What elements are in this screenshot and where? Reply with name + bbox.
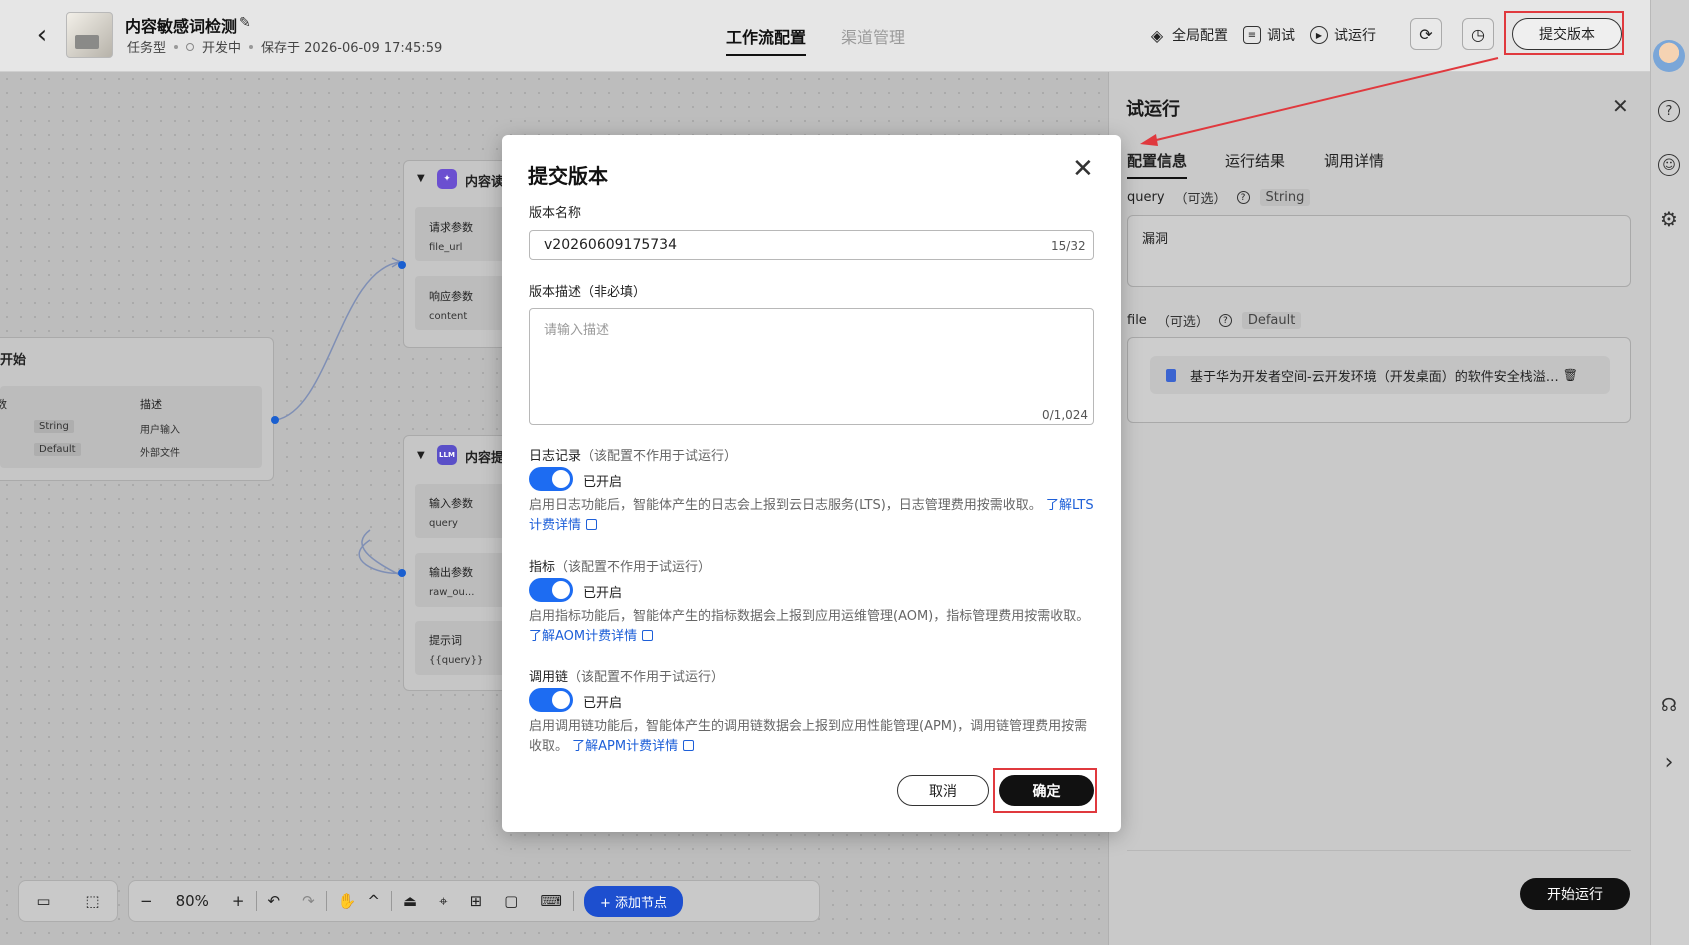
trace-toggle-label: 已开启: [583, 696, 623, 711]
link-label: 了解APM计费详情: [572, 739, 679, 754]
version-name-count: 15/32: [1051, 239, 1086, 253]
external-link-icon: [586, 519, 598, 530]
version-desc-label: 版本描述（非必填）: [529, 285, 647, 300]
section-note: （该配置不作用于试运行）: [568, 670, 725, 685]
trace-toggle[interactable]: [529, 688, 573, 712]
section-title: 指标: [529, 560, 556, 575]
dialog-title: 提交版本: [528, 164, 608, 188]
trace-section-title: 调用链（该配置不作用于试运行）: [529, 666, 724, 685]
version-name-input[interactable]: v20260609175734: [529, 230, 1094, 260]
trace-description: 启用调用链功能后，智能体产生的调用链数据会上报到应用性能管理(APM)，调用链管…: [529, 717, 1097, 757]
metrics-description: 启用指标功能后，智能体产生的指标数据会上报到应用运维管理(AOM)，指标管理费用…: [529, 607, 1097, 647]
metrics-toggle[interactable]: [529, 578, 573, 602]
confirm-button[interactable]: 确定: [999, 775, 1094, 806]
external-link-icon: [642, 630, 654, 641]
metrics-toggle-label: 已开启: [583, 586, 623, 601]
section-desc: 启用指标功能后，智能体产生的指标数据会上报到应用运维管理(AOM)，指标管理费用…: [529, 609, 1090, 624]
cancel-button[interactable]: 取消: [897, 775, 989, 806]
section-note: （该配置不作用于试运行）: [581, 449, 738, 464]
log-section-title: 日志记录（该配置不作用于试运行）: [529, 445, 737, 464]
external-link-icon: [683, 740, 695, 751]
dialog-close-icon[interactable]: ✕: [1072, 156, 1094, 182]
log-toggle[interactable]: [529, 467, 573, 491]
aom-pricing-link[interactable]: 了解AOM计费详情: [529, 629, 654, 644]
version-name-value: v20260609175734: [544, 237, 677, 253]
version-desc-textarea[interactable]: 请输入描述: [529, 308, 1094, 425]
version-name-label: 版本名称: [529, 206, 582, 221]
log-toggle-label: 已开启: [583, 475, 623, 490]
metrics-section-title: 指标（该配置不作用于试运行）: [529, 556, 711, 575]
desc-count: 0/1,024: [1042, 408, 1089, 422]
section-desc: 启用日志功能后，智能体产生的日志会上报到云日志服务(LTS)，日志管理费用按需收…: [529, 498, 1042, 513]
section-title: 日志记录: [529, 449, 582, 464]
log-description: 启用日志功能后，智能体产生的日志会上报到云日志服务(LTS)，日志管理费用按需收…: [529, 496, 1097, 536]
apm-pricing-link[interactable]: 了解APM计费详情: [572, 739, 695, 754]
desc-placeholder: 请输入描述: [544, 323, 610, 338]
section-title: 调用链: [529, 670, 569, 685]
section-note: （该配置不作用于试运行）: [555, 560, 712, 575]
link-label: 了解AOM计费详情: [529, 629, 638, 644]
